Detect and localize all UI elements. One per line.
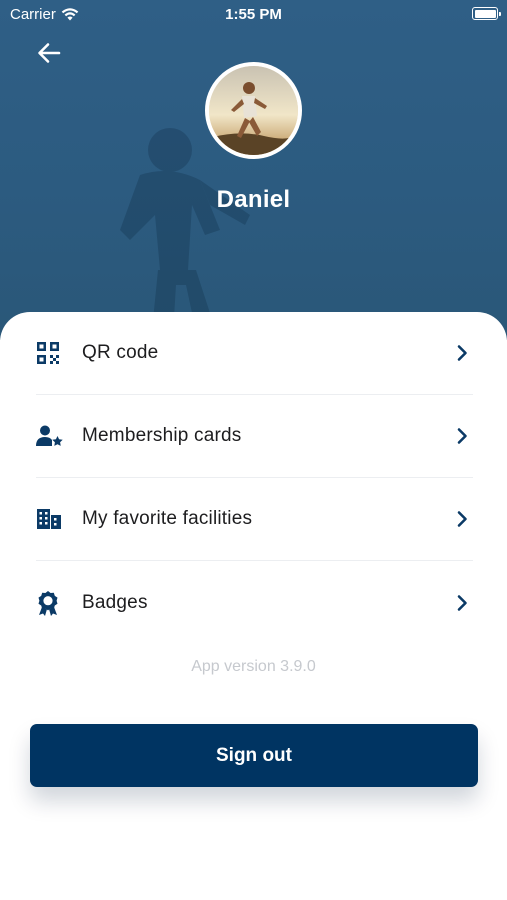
menu-item-label: QR code [82,342,159,363]
qr-code-icon [36,338,66,368]
battery-level [474,9,496,18]
member-star-icon [36,421,66,451]
runner-photo [209,66,298,155]
chevron-right-icon [457,428,467,444]
status-time: 1:55 PM [225,6,282,23]
user-name: Daniel [216,186,291,213]
battery-icon [472,7,501,20]
profile-menu-panel: QR code Membership cards My favorite fac… [0,312,507,900]
chevron-right-icon [457,511,467,527]
status-bar: Carrier 1:55 PM [0,0,507,28]
menu-item-membership-cards[interactable]: Membership cards [36,395,473,478]
profile-header [0,0,507,340]
avatar[interactable] [205,62,302,159]
menu-item-label: Membership cards [82,425,242,446]
menu-item-label: My favorite facilities [82,508,253,529]
chevron-right-icon [457,594,467,611]
building-icon [36,504,66,534]
sign-out-button[interactable]: Sign out [30,724,478,787]
menu-item-favorite-facilities[interactable]: My favorite facilities [36,478,473,561]
chevron-right-icon [457,345,467,361]
menu-list: QR code Membership cards My favorite fac… [36,312,473,644]
back-button[interactable] [32,36,66,70]
menu-item-badges[interactable]: Badges [36,561,473,644]
arrow-left-icon [38,43,61,63]
menu-item-qr-code[interactable]: QR code [36,312,473,395]
app-version-label: App version 3.9.0 [191,658,316,675]
menu-item-label: Badges [82,591,148,613]
award-badge-icon [36,588,66,618]
